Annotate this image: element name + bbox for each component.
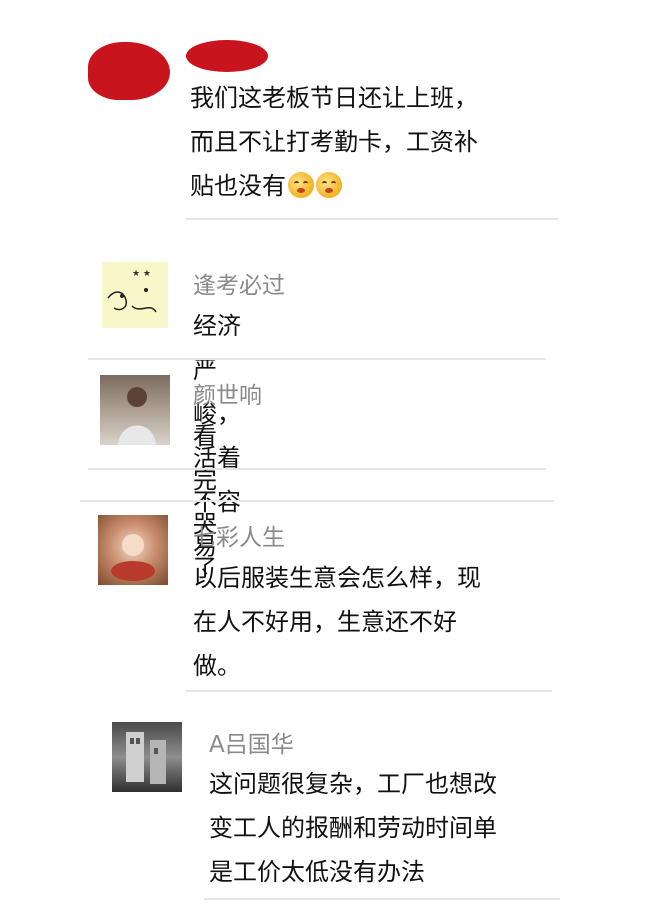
comment-text: 以后服装生意会怎么样，现 在人不好用，生意还不好 做。 — [193, 564, 481, 680]
divider — [204, 898, 560, 900]
divider — [88, 468, 546, 470]
comment-text: 我们这老板节日还让上班， 而且不让打考勤卡，工资补 贴也没有 — [190, 84, 478, 200]
divider — [88, 358, 546, 360]
svg-text:★ ★: ★ ★ — [132, 269, 151, 279]
section-divider — [80, 500, 554, 502]
divider — [186, 218, 558, 220]
building-photo-avatar[interactable] — [112, 722, 182, 792]
username[interactable]: 逢考必过 — [193, 272, 285, 300]
person-photo-avatar[interactable] — [100, 375, 170, 445]
cartoon-sticker-avatar[interactable]: ★ ★ — [102, 262, 168, 328]
username[interactable]: A吕国华 — [209, 731, 294, 759]
baby-photo-avatar[interactable] — [98, 515, 168, 585]
crying-face-emoji-icon — [288, 172, 314, 198]
redacted-username — [186, 40, 268, 72]
username[interactable]: 七彩人生 — [193, 524, 285, 552]
redacted-avatar — [88, 42, 170, 100]
comment-screenshot: { "comments": [ { "name": "", "avatar": … — [0, 0, 660, 917]
comment-text: 这问题很复杂，工厂也想改 变工人的报酬和劳动时间单 是工价太低没有办法 — [209, 770, 497, 886]
username[interactable]: 颜世响 — [193, 382, 262, 410]
crying-face-emoji-icon — [316, 172, 342, 198]
divider — [186, 690, 552, 692]
